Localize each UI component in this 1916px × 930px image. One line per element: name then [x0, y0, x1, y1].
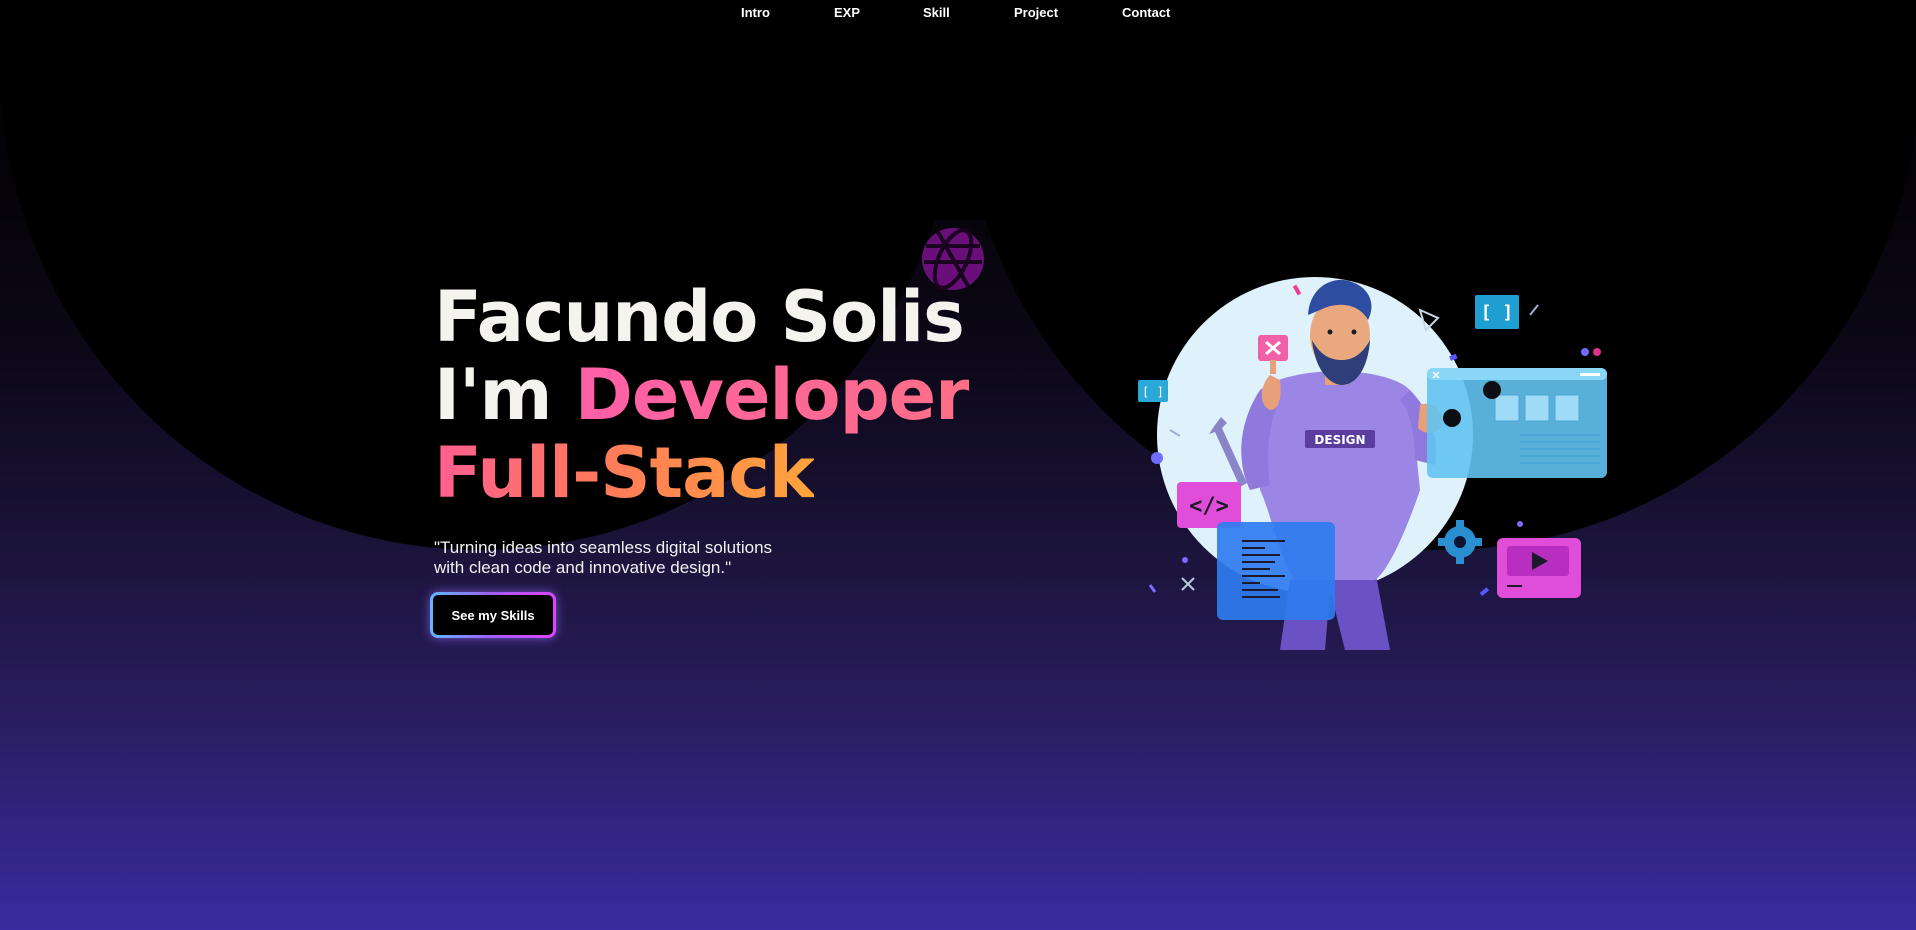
nav-item-project[interactable]: Project [1014, 4, 1058, 22]
browser-window [1427, 368, 1607, 478]
developer-illustration: [ ] [ ] DESIGN </> [1138, 277, 1607, 650]
bracket-icon-top: [ ] [1475, 295, 1519, 329]
hero-section: Facundo Solis I'm Developer Full-Stack "… [433, 278, 994, 638]
svg-text:</>: </> [1189, 494, 1229, 519]
hero-role: Developer [574, 354, 970, 436]
play-icon [1497, 538, 1581, 598]
hero-tagline: "Turning ideas into seamless digital sol… [434, 538, 773, 577]
hero-stack: Full-Stack [434, 432, 815, 514]
see-skills-button[interactable]: See my Skills [430, 592, 556, 638]
hero-name: Facundo Solis [434, 276, 965, 358]
page: Intro EXP Skill Project Contact Facundo … [0, 0, 1916, 930]
hero-title: Facundo Solis I'm Developer Full-Stack [434, 278, 994, 512]
svg-text:DESIGN: DESIGN [1314, 433, 1365, 447]
nav-item-intro[interactable]: Intro [741, 4, 770, 22]
top-nav: Intro EXP Skill Project Contact [0, 4, 1916, 26]
svg-text:[ ]: [ ] [1142, 385, 1164, 399]
nav-item-exp[interactable]: EXP [834, 4, 860, 22]
svg-text:[ ]: [ ] [1481, 302, 1514, 323]
nav-item-contact[interactable]: Contact [1122, 4, 1170, 22]
code-icon: </> [1177, 482, 1241, 528]
code-document [1217, 522, 1335, 620]
hero-line2-prefix: I'm [434, 354, 575, 436]
gear-icon [1438, 520, 1482, 564]
bracket-icon-left: [ ] [1138, 380, 1168, 402]
nav-item-skill[interactable]: Skill [923, 4, 950, 22]
